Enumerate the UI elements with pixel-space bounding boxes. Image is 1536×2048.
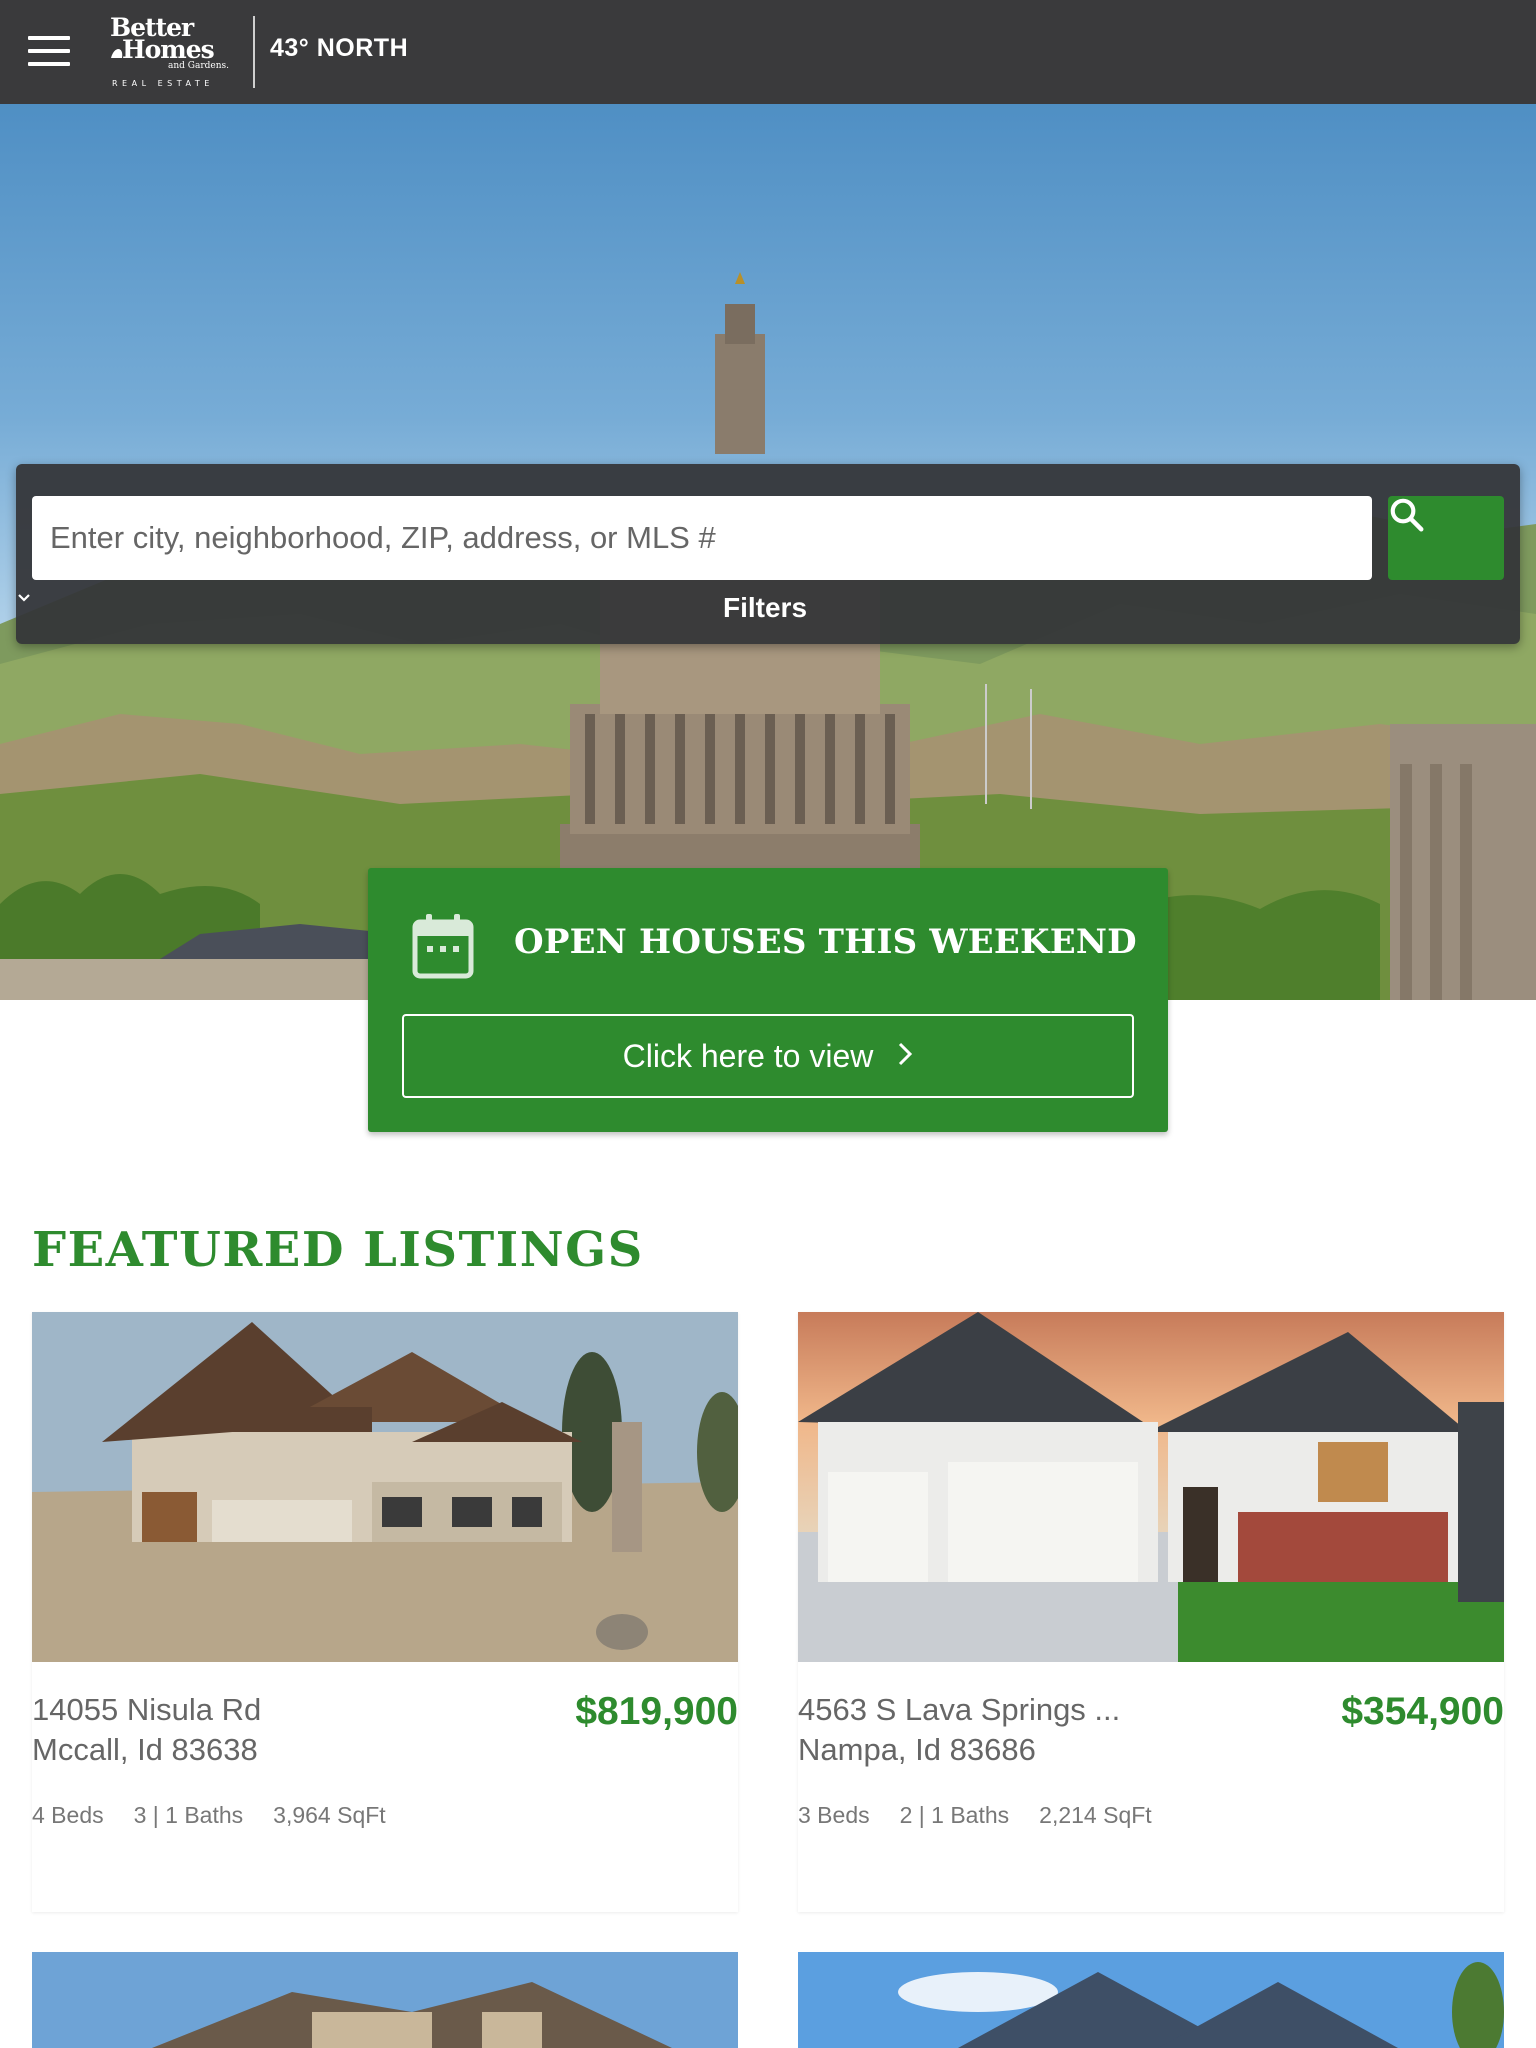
listing-address-line1: 4563 S Lava Springs ... (798, 1692, 1121, 1727)
top-nav-bar: Better Homes and Gardens. REAL ESTATE 43… (0, 0, 1536, 104)
listing-baths: 3 | 1 Baths (133, 1802, 244, 1828)
listing-photo[interactable] (32, 1312, 738, 1662)
listing-card[interactable]: 14055 Nisula Rd Mccall, Id 83638 $819,90… (32, 1312, 738, 1912)
view-open-houses-button[interactable]: Click here to view (402, 1014, 1134, 1098)
listing-address-line2: Nampa, Id 83686 (798, 1732, 1036, 1767)
listing-price: $819,900 (575, 1690, 738, 1733)
logo-divider (253, 16, 255, 88)
listing-specs: 4 Beds 3 | 1 Baths 3,964 SqFt (32, 1802, 416, 1829)
listing-address-line2: Mccall, Id 83638 (32, 1732, 258, 1767)
listing-sqft: 3,964 SqFt (273, 1802, 386, 1828)
open-houses-title: OPEN HOUSES THIS WEEKEND (514, 922, 1137, 962)
hero-image: Filters (0, 104, 1536, 1000)
brand-logo[interactable]: Better Homes and Gardens. REAL ESTATE (108, 13, 243, 92)
calendar-icon (412, 914, 474, 979)
search-icon (1390, 498, 1424, 532)
open-houses-card: OPEN HOUSES THIS WEEKEND Click here to v… (368, 868, 1168, 1132)
view-open-houses-label: Click here to view (622, 1037, 874, 1074)
svg-text:and Gardens.: and Gardens. (168, 61, 229, 71)
listing-price: $354,900 (1341, 1690, 1504, 1733)
listing-beds: 3 Beds (798, 1802, 870, 1828)
filters-toggle[interactable]: Filters (16, 592, 1520, 624)
listing-photo[interactable] (798, 1312, 1504, 1662)
featured-listings-title: FEATURED LISTINGS (32, 1222, 644, 1278)
search-input[interactable] (32, 496, 1372, 580)
svg-text:Homes: Homes (122, 35, 215, 64)
listing-beds: 4 Beds (32, 1802, 104, 1828)
menu-icon[interactable] (28, 36, 72, 68)
listing-card[interactable]: 4563 S Lava Springs ... Nampa, Id 83686 … (798, 1312, 1504, 1912)
svg-text:REAL ESTATE: REAL ESTATE (112, 79, 214, 88)
chevron-right-icon (897, 1038, 913, 1075)
listing-photo[interactable] (32, 1952, 738, 2048)
search-panel: Filters (16, 464, 1520, 644)
listing-specs: 3 Beds 2 | 1 Baths 2,214 SqFt (798, 1802, 1182, 1829)
office-name: 43° NORTH (270, 34, 409, 62)
filters-label: Filters (722, 592, 808, 623)
search-button[interactable] (1388, 496, 1504, 580)
listing-sqft: 2,214 SqFt (1039, 1802, 1152, 1828)
listing-baths: 2 | 1 Baths (899, 1802, 1010, 1828)
listing-photo[interactable] (798, 1952, 1504, 2048)
listing-address-line1: 14055 Nisula Rd (32, 1692, 262, 1727)
